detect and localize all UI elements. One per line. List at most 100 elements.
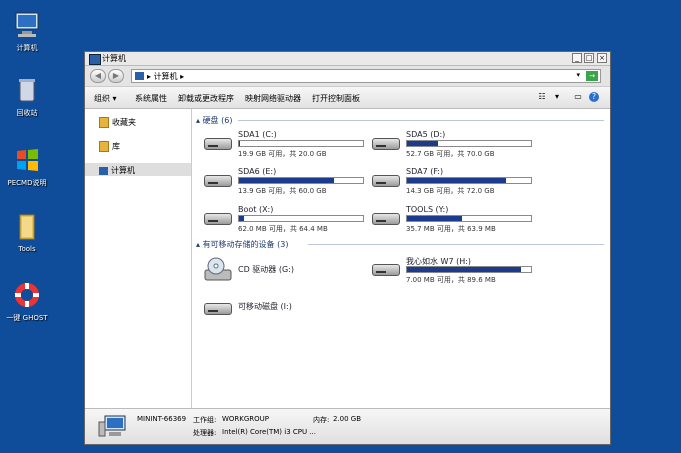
forward-button[interactable]: ▶ [108,69,124,83]
details-pane: MININT-66369 工作组: WORKGROUP 内存: 2.00 GB … [85,408,610,444]
memory-value: 2.00 GB [333,415,362,423]
drive-info: 62.0 MB 可用，共 64.4 MB [238,225,328,233]
desktop-icon-recycle-bin[interactable]: 回收站 [0,75,57,118]
minimize-button[interactable]: _ [572,53,582,63]
system-properties-button[interactable]: 系统属性 [135,93,167,104]
drive-info: 52.7 GB 可用，共 70.0 GB [406,150,495,158]
drive-name: Boot (X:) [238,205,274,214]
folder-icon [99,117,109,128]
drive-info: 35.7 MB 可用，共 63.9 MB [406,225,496,233]
workgroup-value: WORKGROUP [222,415,270,423]
drive-name: TOOLS (Y:) [406,205,449,214]
drive-name: SDA6 (E:) [238,167,277,176]
hard-drive-icon [372,264,400,276]
address-path[interactable]: ▸ 计算机 ▸ [147,71,184,82]
window-title: 计算机 [102,54,126,63]
drive-usage-bar [238,215,364,222]
drive-item[interactable]: TOOLS (Y:) 35.7 MB 可用，共 63.9 MB [372,205,532,235]
cpu-value: Intel(R) Core(TM) i3 CPU ... [222,428,317,436]
memory-label: 内存: [313,416,330,424]
content-pane: ▴ 硬盘 (6) SDA1 (C:) 19.9 GB 可用，共 20.0 GB … [192,109,610,409]
title-bar[interactable]: 计算机 _ □ × [85,52,610,66]
drive-info: 13.9 GB 可用，共 60.0 GB [238,187,327,195]
hard-drive-icon [204,138,232,150]
workgroup-label: 工作组: [193,416,217,424]
drive-item[interactable]: SDA7 (F:) 14.3 GB 可用，共 72.0 GB [372,167,532,197]
address-bar[interactable]: ▸ 计算机 ▸ ▾ → [131,69,601,83]
nav-item-computer[interactable]: 计算机 [99,165,135,176]
removable-disk-icon [204,303,232,315]
drive-usage-bar [238,140,364,147]
hard-drive-icon [204,175,232,187]
address-row: ◀ ▶ ▸ 计算机 ▸ ▾ → [85,66,610,87]
desktop-icon-label: 一键 GHOST [6,314,48,322]
nav-item-favorites[interactable]: 收藏夹 [99,117,136,128]
nav-item-libraries[interactable]: 库 [99,141,120,152]
desktop-icon-ghost[interactable]: 一键 GHOST [0,280,57,323]
desktop-icon-label: 计算机 [16,44,38,52]
drive-item[interactable]: SDA5 (D:) 52.7 GB 可用，共 70.0 GB [372,130,532,160]
drive-info: 19.9 GB 可用，共 20.0 GB [238,150,327,158]
folder-icon [19,214,35,240]
close-button[interactable]: × [597,53,607,63]
open-control-panel-button[interactable]: 打开控制面板 [312,93,360,104]
section-hdd-header[interactable]: ▴ 硬盘 (6) [196,115,232,126]
uninstall-program-button[interactable]: 卸载或更改程序 [178,93,234,104]
recycle-bin-icon [19,79,35,102]
computer-icon [98,415,126,437]
help-icon[interactable]: ? [589,92,599,102]
computer-icon [135,72,144,80]
computer-icon [89,54,101,65]
chevron-down-icon[interactable]: ▾ [552,92,562,102]
computer-icon [15,12,39,37]
view-options-icon[interactable]: ☷ [537,92,547,102]
address-dropdown-icon[interactable]: ▾ [576,71,580,79]
cpu-label: 处理器: [193,429,217,437]
drive-usage-bar [406,177,532,184]
drive-item[interactable]: CD 驱动器 (G:) [204,256,364,286]
drive-item[interactable]: SDA1 (C:) 19.9 GB 可用，共 20.0 GB [204,130,364,160]
desktop-icon-tools[interactable]: Tools [0,212,57,253]
drive-item[interactable]: 我心如水 W7 (H:) 7.00 MB 可用，共 89.6 MB [372,256,532,286]
drive-item[interactable]: Boot (X:) 62.0 MB 可用，共 64.4 MB [204,205,364,235]
drive-usage-bar [406,140,532,147]
drive-item[interactable]: 可移动磁盘 (I:) [204,295,364,325]
drive-info: 7.00 MB 可用，共 89.6 MB [406,276,496,284]
windows-logo-icon [17,149,38,171]
cd-drive-icon [204,257,232,281]
desktop-icon-label: Tools [18,245,36,253]
preview-pane-icon[interactable]: ▭ [573,92,583,102]
hard-drive-icon [372,175,400,187]
drive-item[interactable]: SDA6 (E:) 13.9 GB 可用，共 60.0 GB [204,167,364,197]
desktop-icon-label: 回收站 [16,109,38,117]
hard-drive-icon [372,138,400,150]
section-divider [308,244,604,245]
explorer-window: 计算机 _ □ × ◀ ▶ ▸ 计算机 ▸ ▾ → 组织 ▾ 系统属性 卸载或更… [84,51,611,445]
navigation-pane: 收藏夹 库 计算机 [85,109,192,409]
command-bar: 组织 ▾ 系统属性 卸载或更改程序 映射网络驱动器 打开控制面板 ☷ ▾ ▭ ? [85,87,610,109]
computer-icon [99,166,108,175]
drive-usage-bar [406,215,532,222]
drive-info: 14.3 GB 可用，共 72.0 GB [406,187,495,195]
drive-name: 可移动磁盘 (I:) [238,302,292,311]
refresh-icon[interactable]: → [586,71,598,81]
drive-usage-bar [238,177,364,184]
desktop-icon-pecmd[interactable]: PECMD说明 [0,145,57,188]
desktop-icon-label: PECMD说明 [7,179,47,187]
section-divider [238,120,604,121]
drive-name: SDA5 (D:) [406,130,446,139]
maximize-button[interactable]: □ [584,53,594,63]
hard-drive-icon [372,213,400,225]
drive-usage-bar [406,266,532,273]
back-button[interactable]: ◀ [90,69,106,83]
hard-drive-icon [204,213,232,225]
computer-name: MININT-66369 [137,415,187,423]
folder-icon [99,141,109,152]
drive-name: SDA1 (C:) [238,130,277,139]
lifebuoy-icon [15,283,39,307]
section-removable-header[interactable]: ▴ 有可移动存储的设备 (3) [196,239,288,250]
drive-name: SDA7 (F:) [406,167,444,176]
desktop-icon-computer[interactable]: 计算机 [0,10,57,53]
map-network-drive-button[interactable]: 映射网络驱动器 [245,93,301,104]
organize-button[interactable]: 组织 ▾ [94,93,117,104]
